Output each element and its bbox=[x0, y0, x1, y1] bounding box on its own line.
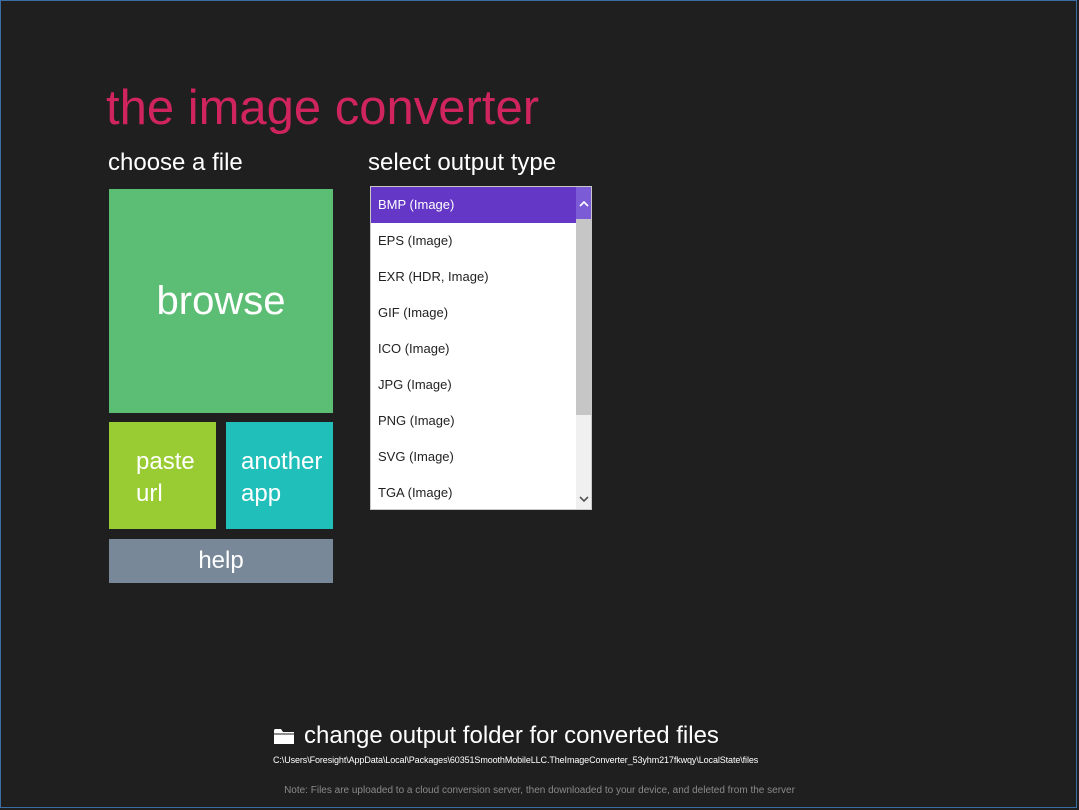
output-type-item[interactable]: SVG (Image) bbox=[371, 439, 577, 475]
browse-tile[interactable]: browse bbox=[109, 189, 333, 413]
another-app-label-line2: app bbox=[241, 480, 282, 507]
change-output-folder-button[interactable]: change output folder for converted files bbox=[273, 721, 719, 751]
paste-url-label-line2: url bbox=[136, 480, 163, 507]
output-folder-path: C:\Users\Foresight\AppData\Local\Package… bbox=[273, 755, 759, 765]
output-type-item[interactable]: GIF (Image) bbox=[371, 295, 577, 331]
another-app-label-line1: another bbox=[241, 448, 323, 475]
output-type-list: BMP (Image) EPS (Image) EXR (HDR, Image)… bbox=[371, 187, 577, 509]
scroll-down-button[interactable] bbox=[576, 489, 591, 509]
paste-url-label-line1: paste bbox=[136, 448, 195, 475]
listbox-scrollbar[interactable] bbox=[576, 187, 591, 509]
output-type-item[interactable]: TGA (Image) bbox=[371, 475, 577, 509]
output-type-item[interactable]: JPG (Image) bbox=[371, 367, 577, 403]
help-tile[interactable]: help bbox=[109, 539, 333, 583]
footer-note: Note: Files are uploaded to a cloud conv… bbox=[284, 785, 795, 796]
change-output-folder-label: change output folder for converted files bbox=[304, 722, 719, 749]
help-tile-label: help bbox=[198, 547, 244, 574]
browse-tile-label: browse bbox=[156, 278, 286, 323]
output-type-item[interactable]: EPS (Image) bbox=[371, 223, 577, 259]
folder-icon bbox=[274, 729, 294, 744]
chevron-up-icon bbox=[578, 200, 589, 207]
another-app-tile[interactable]: another app bbox=[226, 422, 333, 529]
output-type-item[interactable]: PNG (Image) bbox=[371, 403, 577, 439]
choose-file-label: choose a file bbox=[108, 149, 243, 176]
scroll-up-button[interactable] bbox=[576, 187, 591, 219]
output-type-item[interactable]: ICO (Image) bbox=[371, 331, 577, 367]
output-type-item[interactable]: BMP (Image) bbox=[371, 187, 577, 223]
scroll-thumb[interactable] bbox=[576, 219, 591, 415]
output-type-listbox[interactable]: BMP (Image) EPS (Image) EXR (HDR, Image)… bbox=[370, 186, 592, 510]
output-type-item[interactable]: EXR (HDR, Image) bbox=[371, 259, 577, 295]
paste-url-tile[interactable]: paste url bbox=[109, 422, 216, 529]
chevron-down-icon bbox=[578, 495, 589, 502]
app-title: the image converter bbox=[106, 81, 540, 135]
select-output-type-label: select output type bbox=[368, 149, 557, 176]
